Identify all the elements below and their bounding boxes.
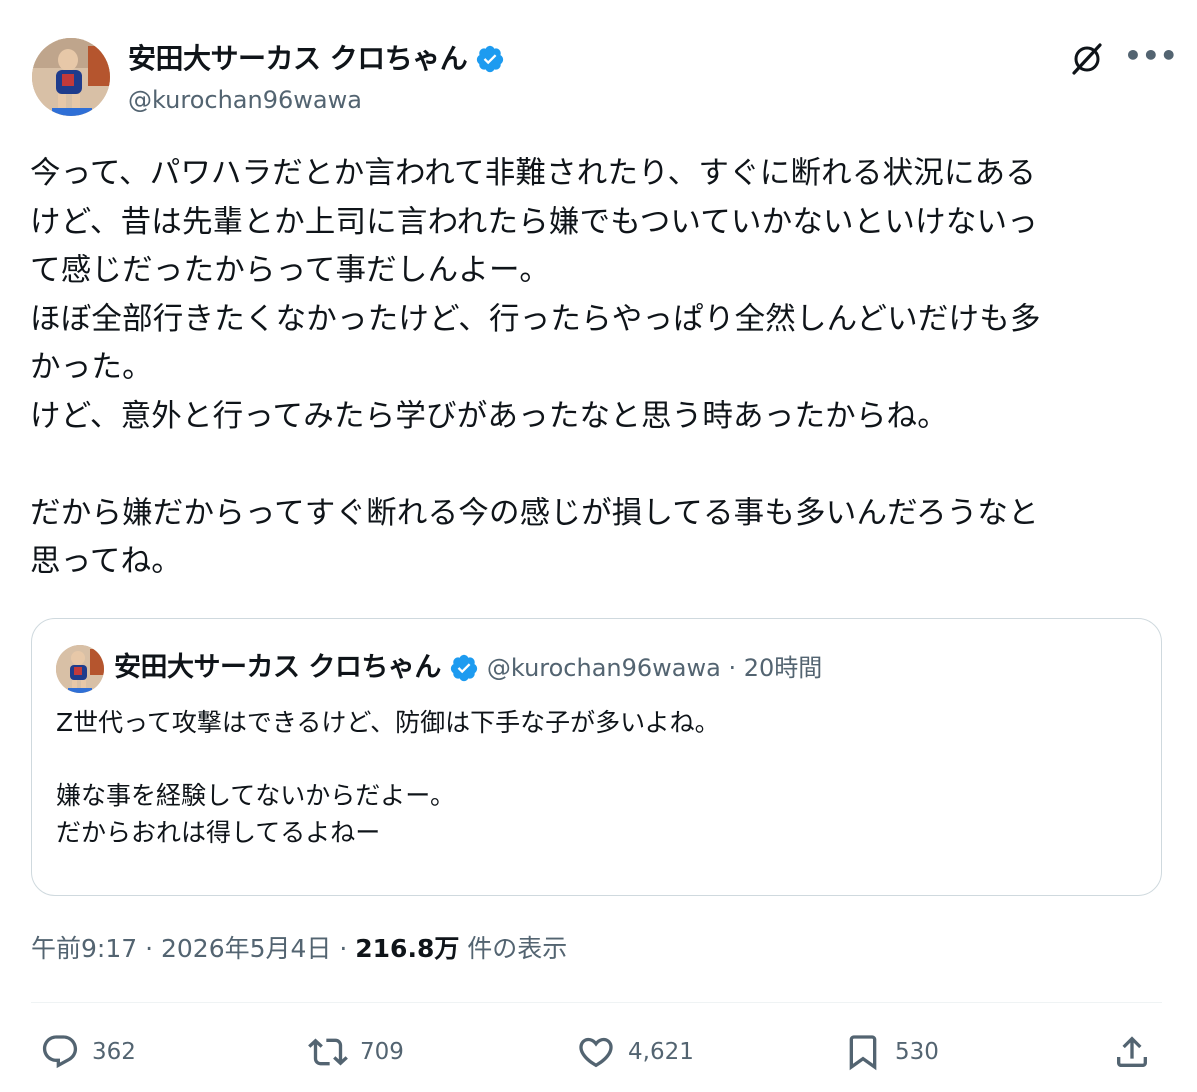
- reply-button[interactable]: 362: [40, 1030, 136, 1074]
- bookmark-count: 530: [895, 1039, 939, 1065]
- post-timestamp-views: 午前9:17 · 2026年5月4日 · 216.8万 件の表示: [31, 930, 567, 968]
- views-label: 件の表示: [459, 934, 568, 963]
- bookmark-button[interactable]: 530: [843, 1030, 939, 1074]
- more-options-icon[interactable]: •••: [1124, 42, 1178, 74]
- quoted-handle-time[interactable]: @kurochan96wawa · 20時間: [487, 649, 822, 687]
- like-button[interactable]: 4,621: [576, 1030, 694, 1074]
- grok-icon[interactable]: [1068, 40, 1106, 78]
- post-text: 今って、パワハラだとか言われて非難されたり、すぐに断れる状況にある けど、昔は先…: [30, 156, 1041, 579]
- like-count: 4,621: [628, 1039, 694, 1065]
- quoted-verified-badge-icon: [450, 654, 478, 682]
- quoted-author-avatar[interactable]: [56, 645, 104, 693]
- post-timestamp[interactable]: 午前9:17 · 2026年5月4日 ·: [31, 934, 355, 963]
- repost-count: 709: [360, 1039, 404, 1065]
- author-avatar[interactable]: [32, 38, 110, 116]
- author-handle[interactable]: @kurochan96wawa: [128, 84, 362, 116]
- views-count: 216.8万: [355, 934, 460, 963]
- verified-badge-icon: [477, 45, 504, 73]
- share-button[interactable]: [1112, 1030, 1152, 1074]
- bookmark-icon: [849, 1035, 877, 1071]
- heart-icon: [579, 1037, 613, 1068]
- reply-count: 362: [92, 1039, 136, 1065]
- repost-button[interactable]: 709: [308, 1030, 404, 1074]
- divider: [31, 1002, 1162, 1003]
- reply-icon: [42, 1035, 78, 1069]
- quoted-post[interactable]: 安田大サーカス クロちゃん @kurochan96wawa · 20時間 Z世代…: [31, 618, 1162, 896]
- quoted-post-text: Z世代って攻撃はできるけど、防御は下手な子が多いよね。 嫌な事を経験してないから…: [56, 708, 720, 847]
- repost-icon: [308, 1038, 348, 1066]
- quoted-author-name[interactable]: 安田大サーカス クロちゃん: [114, 649, 441, 687]
- share-icon: [1117, 1036, 1147, 1067]
- author-display-name[interactable]: 安田大サーカス クロちゃん: [128, 40, 468, 78]
